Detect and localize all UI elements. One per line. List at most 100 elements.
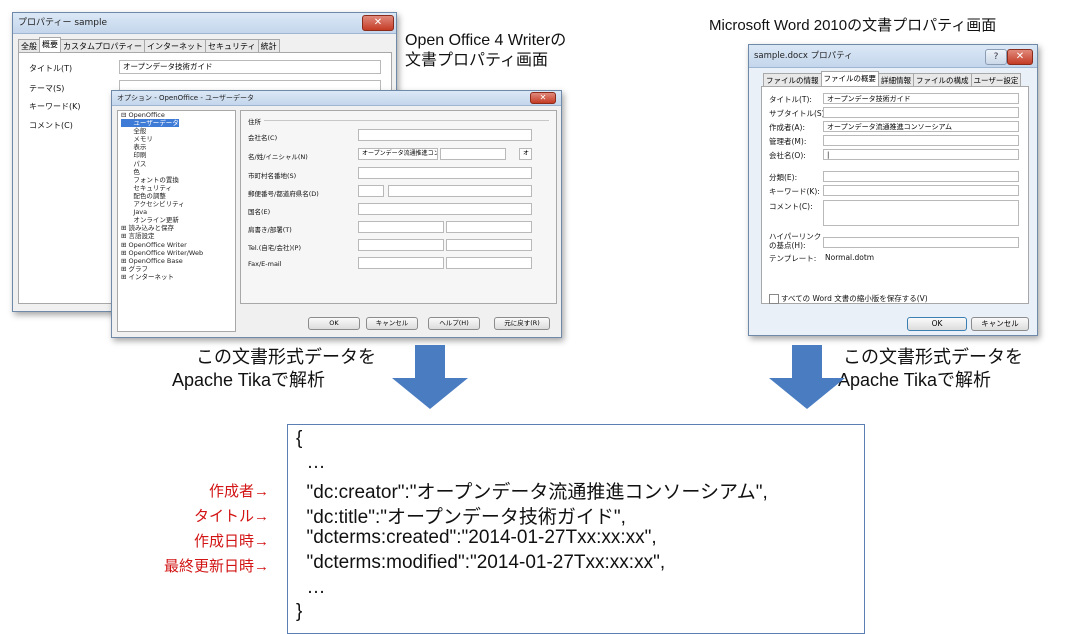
prefecture-input[interactable]	[388, 185, 532, 197]
word-field-input[interactable]: オープンデータ技術ガイド	[823, 93, 1019, 104]
option-input[interactable]	[358, 167, 532, 179]
oo-options-titlebar: オプション - OpenOffice - ユーザーデータ	[112, 91, 561, 106]
tree-item[interactable]: ⊞ OpenOffice Writer/Web	[121, 249, 203, 257]
option-field-label: 名/姓/イニシャル(N)	[248, 153, 308, 161]
option-input[interactable]	[358, 221, 444, 233]
json-line-creator: "dc:creator":"オープンデータ流通推進コンソーシアム",	[296, 482, 768, 503]
word-field-label: 会社名(O):	[769, 151, 806, 160]
tree-item[interactable]: ⊟ OpenOffice	[121, 111, 203, 119]
reset-button[interactable]: 元に戻す(R)	[494, 317, 550, 330]
json-line: …	[296, 577, 326, 598]
cancel-button[interactable]: キャンセル	[971, 317, 1029, 331]
tree-item[interactable]: 配色の調整	[121, 192, 203, 200]
ok-button[interactable]: OK	[308, 317, 360, 330]
window-title: オプション - OpenOffice - ユーザーデータ	[117, 94, 254, 102]
option-field-label: Fax/E-mail	[248, 260, 282, 268]
postal-code-input[interactable]	[358, 185, 384, 197]
option-input[interactable]	[446, 239, 532, 251]
option-input[interactable]	[358, 257, 444, 269]
last-name-input[interactable]	[440, 148, 506, 160]
hyperlink-label-2: の基点(H):	[769, 241, 806, 250]
word-field-input[interactable]	[823, 171, 1019, 182]
json-line: …	[296, 452, 326, 473]
option-field-label: 国名(E)	[248, 208, 271, 216]
word-field-label: タイトル(T):	[769, 95, 812, 104]
tree-item[interactable]: ⊞ OpenOffice Base	[121, 257, 203, 265]
option-input[interactable]	[358, 129, 532, 141]
save-thumbnail-label: すべての Word 文書の縮小版を保存する(V)	[781, 294, 928, 303]
json-line: {	[296, 428, 303, 449]
tree-item[interactable]: パス	[121, 160, 203, 168]
json-line-created: "dcterms:created":"2014-01-27Txx:xx:xx",	[296, 527, 657, 548]
save-thumbnail-checkbox[interactable]	[769, 294, 779, 304]
annotation-created: 作成日時→	[193, 533, 269, 550]
hyperlink-base-field[interactable]	[823, 237, 1019, 248]
tree-item[interactable]: ⊞ OpenOffice Writer	[121, 241, 203, 249]
json-line-title: "dc:title":"オープンデータ技術ガイド",	[296, 507, 626, 528]
tree-item[interactable]: ⊞ インターネット	[121, 273, 203, 281]
annotation-creator: 作成者→	[208, 483, 269, 500]
section-divider	[264, 120, 549, 121]
right-down-arrow	[769, 345, 845, 409]
first-name-input[interactable]: オープンデータ流通推進コン:	[358, 148, 438, 160]
oo-options-window: オプション - OpenOffice - ユーザーデータ ✕ ⊟ OpenOff…	[111, 90, 562, 338]
tree-item[interactable]: 表示	[121, 143, 203, 151]
tree-item[interactable]: アクセシビリティ	[121, 200, 203, 208]
field-label-theme: テーマ(S)	[29, 84, 65, 93]
word-caption: Microsoft Word 2010の文書プロパティ画面	[709, 17, 997, 34]
options-tree[interactable]: ⊟ OpenOffice ユーザーデータ 全般 メモリ 表示 印刷 パス 色 フ…	[121, 111, 203, 281]
word-field-input[interactable]	[823, 200, 1019, 226]
tree-item[interactable]: 印刷	[121, 151, 203, 159]
word-field-label: キーワード(K):	[769, 187, 820, 196]
field-label-comment: コメント(C)	[29, 121, 73, 130]
tree-item[interactable]: Java	[121, 208, 203, 216]
word-field-input[interactable]: オープンデータ流通推進コンソーシアム	[823, 121, 1019, 132]
address-section-label: 住所	[248, 118, 261, 126]
cancel-button[interactable]: キャンセル	[366, 317, 418, 330]
word-field-input[interactable]	[823, 107, 1019, 118]
tree-item[interactable]: ⊞ グラフ	[121, 265, 203, 273]
json-line: }	[296, 601, 303, 622]
field-label-title: タイトル(T)	[29, 64, 73, 73]
option-field-label: 肩書き/部署(T)	[248, 226, 292, 234]
option-input[interactable]	[446, 257, 532, 269]
annotation-modified: 最終更新日時→	[163, 558, 269, 575]
option-input[interactable]	[358, 203, 532, 215]
tree-item[interactable]: フォントの置換	[121, 176, 203, 184]
option-field-label: 市町村名番地(S)	[248, 172, 297, 180]
word-field-label: 管理者(M):	[769, 137, 807, 146]
ok-button[interactable]: OK	[907, 317, 967, 331]
help-icon[interactable]: ?	[985, 49, 1007, 65]
left-down-arrow-shape	[392, 345, 468, 409]
help-button[interactable]: ヘルプ(H)	[428, 317, 480, 330]
title-field[interactable]: オープンデータ技術ガイド	[119, 60, 381, 74]
close-icon[interactable]: ✕	[362, 15, 394, 31]
tree-item[interactable]: セキュリティ	[121, 184, 203, 192]
tree-item[interactable]: 色	[121, 168, 203, 176]
word-field-input[interactable]	[823, 185, 1019, 196]
tree-item[interactable]: ユーザーデータ	[121, 119, 179, 128]
word-field-label: 作成者(A):	[769, 123, 806, 132]
option-field-label: Tel.(自宅/会社)(P)	[248, 244, 301, 252]
word-field-input[interactable]	[823, 135, 1019, 146]
option-field-label: 郵便番号/都道府県名(D)	[248, 190, 319, 198]
word-field-label: コメント(C):	[769, 202, 813, 211]
tree-item[interactable]: ⊞ 言語設定	[121, 232, 203, 240]
tree-item[interactable]: 全般	[121, 127, 203, 135]
template-label: テンプレート:	[769, 254, 817, 263]
close-icon[interactable]: ✕	[1007, 49, 1033, 65]
word-field-label: 分類(E):	[769, 173, 798, 182]
option-input[interactable]	[446, 221, 532, 233]
template-value: Normal.dotm	[825, 253, 875, 262]
json-line-modified: "dcterms:modified":"2014-01-27Txx:xx:xx"…	[296, 552, 666, 573]
close-icon[interactable]: ✕	[530, 92, 556, 104]
field-label-keywords: キーワード(K)	[29, 102, 81, 111]
right-parse-caption-2: Apache Tikaで解析	[838, 370, 992, 390]
initials-input[interactable]: オ	[519, 148, 532, 160]
left-parse-caption-2: Apache Tikaで解析	[172, 370, 326, 390]
window-title: プロパティー sample	[18, 18, 108, 28]
option-input[interactable]	[358, 239, 444, 251]
word-field-input[interactable]: |	[823, 149, 1019, 160]
oo-caption-line2: 文書プロパティ画面	[405, 52, 549, 69]
right-down-arrow-shape	[769, 345, 845, 409]
